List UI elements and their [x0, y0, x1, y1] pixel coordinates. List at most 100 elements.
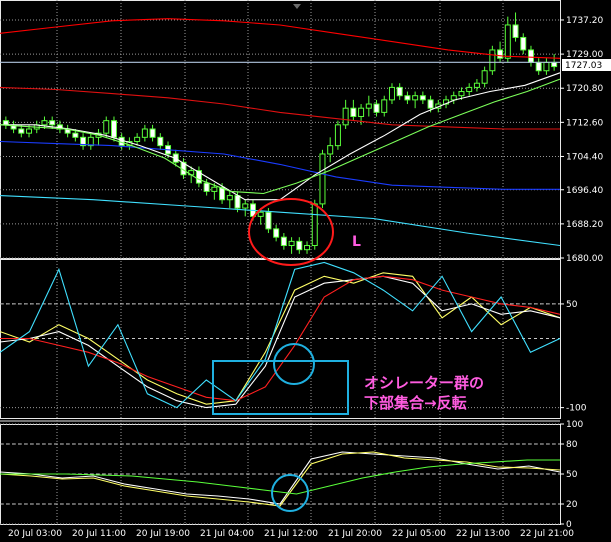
y-tick-label-0-0: 1737.20	[566, 16, 603, 26]
chart: 1737.20 1729.00 1720.80 1712.60 1704.40 1696.…	[0, 0, 611, 539]
candle-body-13	[103, 120, 110, 134]
candle-13	[103, 116, 110, 138]
candle-body-0	[2, 120, 9, 126]
candle-body-46	[358, 107, 365, 118]
series-line-0-3	[0, 195, 561, 247]
y-tick-label-2-0: 100	[566, 420, 583, 430]
series-line-0-0	[0, 18, 561, 59]
candle-70	[543, 58, 550, 75]
candle-body-53	[412, 95, 419, 101]
candle-54	[419, 91, 426, 105]
candle-body-29	[226, 195, 233, 201]
candle-body-60	[466, 86, 473, 93]
y-tick-label-1-1: -100	[566, 404, 587, 414]
candle-40	[311, 199, 318, 250]
candle-60	[466, 83, 473, 96]
candle-body-36	[280, 236, 287, 247]
candle-44	[342, 99, 349, 129]
y-tick-label-0-7: 1680.00	[566, 254, 603, 264]
y-tick-label-0-6: 1688.20	[566, 220, 603, 230]
candle-body-27	[211, 186, 218, 192]
candle-body-67	[520, 36, 527, 51]
y-tick-label-0-1: 1729.00	[566, 50, 603, 60]
candle-64	[497, 41, 504, 63]
candle-69	[535, 58, 542, 75]
x-tick-label-6: 22 Jul 05:00	[392, 529, 446, 539]
candle-19	[149, 124, 156, 142]
candle-43	[334, 120, 341, 150]
candle-body-38	[296, 240, 303, 251]
candle-body-70	[543, 61, 550, 72]
candle-body-42	[327, 145, 334, 155]
annotation-line-2: 下部集合→反転	[364, 394, 467, 412]
candle-36	[280, 233, 287, 250]
candle-body-54	[419, 95, 426, 101]
series-line-0-6	[0, 78, 561, 195]
candle-63	[489, 45, 496, 75]
y-tick-label-0-2: 1720.80	[566, 84, 603, 94]
candle-37	[288, 237, 295, 254]
candle-body-20	[157, 136, 164, 147]
candle-11	[87, 133, 94, 150]
panel-frame-0	[0, 0, 561, 259]
candle-52	[404, 91, 411, 105]
candle-body-52	[404, 95, 411, 101]
candle-16	[126, 137, 133, 150]
candle-body-48	[373, 103, 380, 113]
candle-47	[365, 95, 372, 117]
x-tick-label-8: 22 Jul 21:00	[520, 529, 574, 539]
y-tick-label-0-5: 1696.40	[566, 186, 603, 196]
candle-body-35	[273, 228, 280, 238]
candle-8	[64, 124, 71, 138]
candle-58	[450, 91, 457, 105]
candle-29	[226, 191, 233, 209]
candle-39	[304, 241, 311, 254]
candle-body-18	[141, 128, 148, 138]
candle-body-19	[149, 128, 156, 138]
candle-10	[80, 133, 87, 150]
candle-body-26	[203, 182, 210, 192]
candle-body-44	[342, 107, 349, 126]
candle-body-3	[26, 128, 33, 134]
candle-7	[56, 120, 63, 134]
candle-body-50	[388, 86, 395, 101]
candle-41	[319, 149, 326, 209]
entry-label: L	[352, 234, 361, 250]
candle-61	[473, 79, 480, 92]
candle-51	[396, 83, 403, 100]
oscillator-highlight-circle	[273, 343, 315, 385]
candle-67	[520, 33, 527, 55]
candle-body-47	[365, 103, 372, 109]
candle-45	[350, 99, 357, 121]
y-tick-label-1-0: 50	[566, 300, 578, 310]
annotation-line-1: オシレーター群の	[364, 374, 484, 392]
candle-body-71	[551, 61, 558, 68]
candle-body-41	[319, 153, 326, 205]
y-tick-label-0-4: 1704.40	[566, 152, 603, 162]
candle-body-40	[311, 203, 318, 247]
candle-25	[195, 166, 202, 188]
y-tick-label-0-3: 1712.60	[566, 118, 603, 128]
x-tick-label-1: 20 Jul 11:00	[72, 529, 126, 539]
x-tick-label-2: 20 Jul 19:00	[136, 529, 190, 539]
candle-body-2	[18, 128, 25, 134]
y-tick-label-2-2: 50	[566, 470, 578, 480]
candle-68	[527, 45, 534, 67]
candle-body-43	[334, 124, 341, 147]
x-tick-label-4: 21 Jul 12:00	[264, 529, 318, 539]
candle-body-62	[481, 70, 488, 84]
x-tick-label-0: 20 Jul 03:00	[8, 529, 62, 539]
grid-lines	[0, 0, 560, 525]
candle-body-51	[396, 86, 403, 97]
top-scroll-arrow-icon[interactable]	[293, 4, 301, 9]
y-tick-label-2-1: 80	[566, 440, 578, 450]
candle-body-65	[504, 24, 511, 59]
x-tick-label-7: 22 Jul 13:00	[456, 529, 510, 539]
candle-body-9	[72, 132, 79, 138]
candle-body-68	[527, 49, 534, 63]
candle-42	[327, 137, 334, 163]
candle-66	[512, 12, 519, 42]
entry-highlight-circle	[248, 198, 334, 266]
candle-body-31	[242, 203, 249, 209]
candle-body-34	[265, 211, 272, 230]
